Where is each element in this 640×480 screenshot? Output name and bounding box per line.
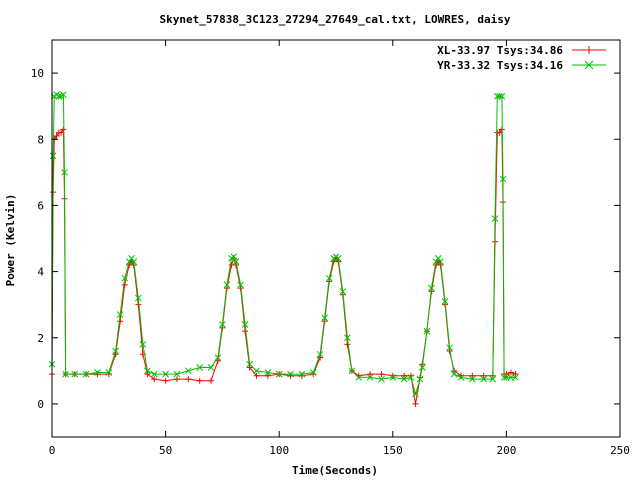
y-tick-label: 4 bbox=[37, 266, 44, 279]
legend-label: XL-33.97 Tsys:34.86 bbox=[437, 44, 563, 57]
chart-background bbox=[0, 0, 640, 480]
chart-title: Skynet_57838_3C123_27294_27649_cal.txt, … bbox=[160, 13, 511, 26]
y-tick-label: 6 bbox=[37, 199, 44, 212]
x-tick-label: 100 bbox=[269, 444, 289, 457]
y-tick-label: 10 bbox=[31, 67, 44, 80]
y-axis-label: Power (Kelvin) bbox=[4, 194, 17, 287]
x-tick-label: 150 bbox=[383, 444, 403, 457]
x-tick-label: 50 bbox=[159, 444, 172, 457]
x-tick-label: 250 bbox=[610, 444, 630, 457]
y-tick-label: 0 bbox=[37, 398, 44, 411]
legend-label: YR-33.32 Tsys:34.16 bbox=[437, 59, 563, 72]
y-tick-label: 8 bbox=[37, 133, 44, 146]
x-tick-label: 0 bbox=[49, 444, 56, 457]
y-tick-label: 2 bbox=[37, 332, 44, 345]
x-tick-label: 200 bbox=[496, 444, 516, 457]
x-axis-label: Time(Seconds) bbox=[292, 464, 378, 477]
chart: Skynet_57838_3C123_27294_27649_cal.txt, … bbox=[0, 0, 640, 480]
